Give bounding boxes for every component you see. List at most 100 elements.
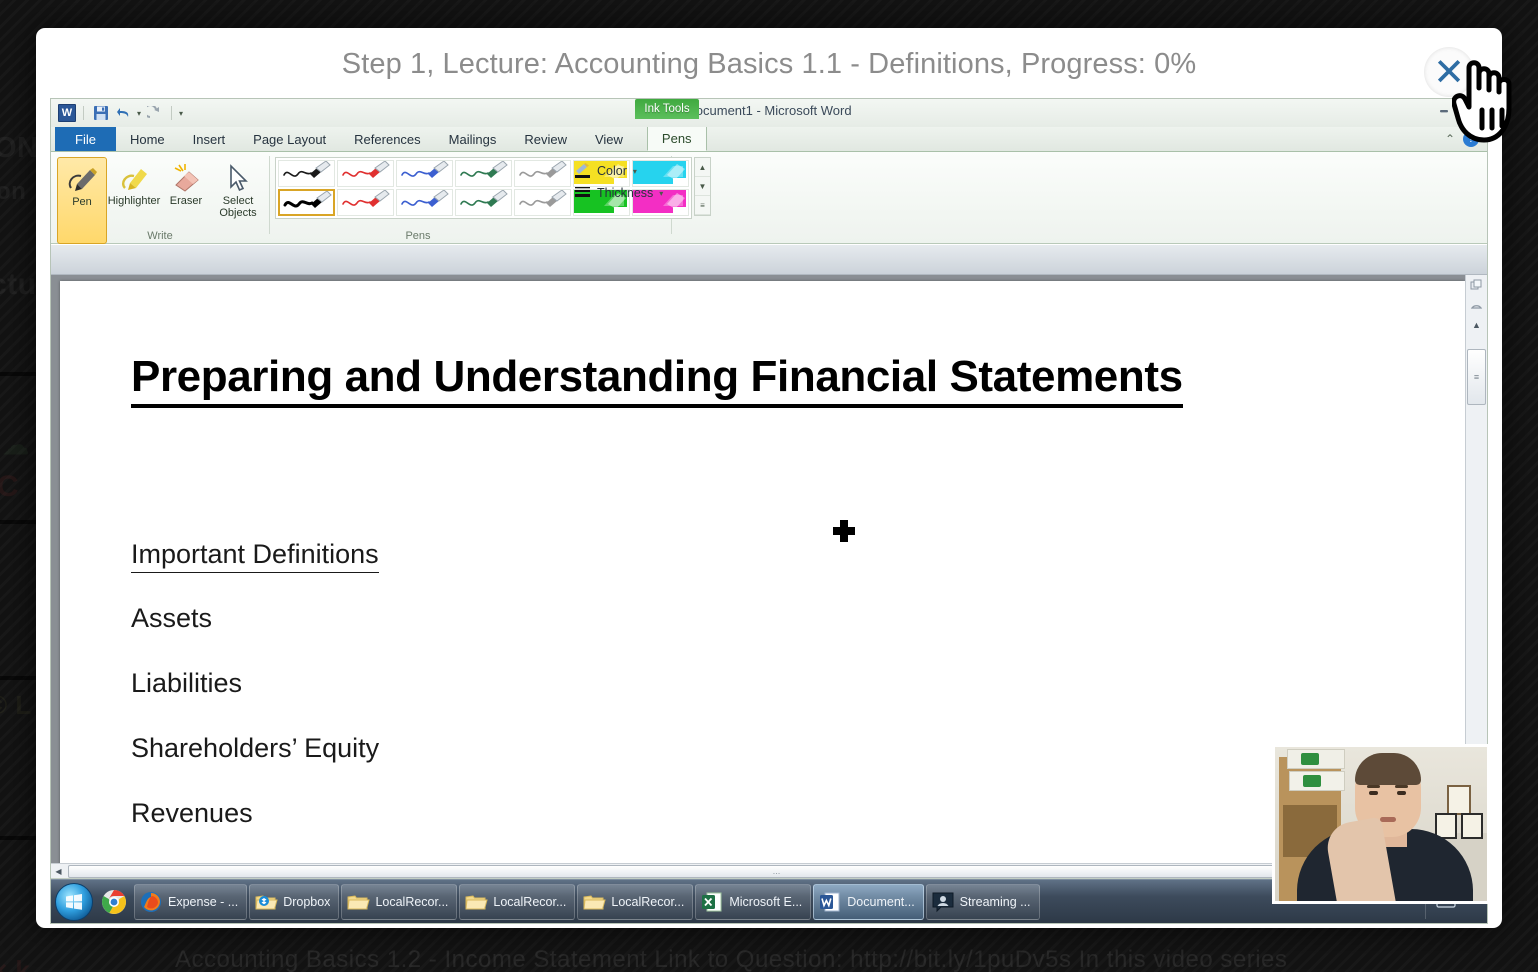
word-document-title: Document1 - Microsoft Word bbox=[686, 103, 852, 118]
arrow-pointer-icon bbox=[225, 160, 251, 196]
webcam-picture-frame bbox=[1461, 813, 1483, 839]
taskbar-item-label: Dropbox bbox=[283, 894, 331, 909]
chevron-down-icon[interactable]: ▾ bbox=[659, 189, 663, 198]
redo-icon[interactable] bbox=[145, 104, 164, 123]
folder-icon bbox=[582, 890, 606, 914]
eraser-icon bbox=[169, 160, 203, 196]
taskbar-item-localrecord-2[interactable]: LocalRecor... bbox=[459, 883, 576, 920]
tab-references[interactable]: References bbox=[340, 127, 434, 151]
pen-thickness-button[interactable]: Thickness ▾ bbox=[574, 182, 671, 204]
select-browse-object-icon[interactable] bbox=[1466, 275, 1487, 295]
divider bbox=[83, 106, 84, 120]
taskbar-item-label: Document... bbox=[847, 894, 915, 909]
taskbar-item-label: Expense - ... bbox=[168, 894, 239, 909]
document-list-item: Revenues bbox=[131, 798, 253, 828]
word-logo-icon[interactable]: W bbox=[58, 104, 76, 122]
previous-page-icon[interactable] bbox=[1466, 295, 1487, 315]
taskbar-item-excel[interactable]: Microsoft E... bbox=[695, 883, 812, 920]
undo-dropdown-caret[interactable]: ▾ bbox=[137, 109, 141, 118]
restore-button[interactable] bbox=[1465, 103, 1479, 115]
taskbar-item-firefox[interactable]: Expense - ... bbox=[134, 883, 248, 920]
webcam-video-overlay[interactable] bbox=[1272, 744, 1490, 904]
pen-gallery-scroll: ▲ ▼ ≡ bbox=[694, 157, 711, 216]
ribbon-group-pens: ▲ ▼ ≡ Pens bbox=[270, 152, 711, 244]
pen-black-thick[interactable] bbox=[278, 189, 335, 216]
help-icon[interactable]: ? bbox=[1463, 131, 1479, 147]
select-objects-label: Select Objects bbox=[219, 195, 257, 219]
tab-page-layout[interactable]: Page Layout bbox=[239, 127, 340, 151]
gallery-scroll-up[interactable]: ▲ bbox=[695, 158, 710, 177]
pen-red[interactable] bbox=[337, 160, 394, 187]
pen-gray[interactable] bbox=[514, 160, 571, 187]
pen-blue-thick[interactable] bbox=[396, 189, 453, 216]
modal-title: Step 1, Lecture: Accounting Basics 1.1 -… bbox=[341, 47, 1197, 80]
ribbon: Pen Highlighter Eraser Select Objects Wr… bbox=[51, 152, 1487, 244]
pen-gray-thick[interactable] bbox=[514, 189, 571, 216]
document-subheading: Important Definitions bbox=[131, 539, 379, 573]
backdrop-text-fragment: on bbox=[0, 178, 27, 205]
webcam-box-label bbox=[1301, 753, 1319, 765]
backdrop-text-fragment: ON bbox=[0, 132, 39, 164]
ribbon-tab-bar: File Home Insert Page Layout References … bbox=[51, 127, 1487, 152]
dropbox-folder-icon bbox=[254, 890, 278, 914]
webcam-picture-frame bbox=[1447, 785, 1471, 815]
document-list-item: Liabilities bbox=[131, 668, 243, 698]
pen-tool-label: Pen bbox=[72, 196, 92, 208]
undo-icon[interactable] bbox=[114, 104, 133, 123]
backdrop-video-caption: Accounting Basics 1.2 - Income Statement… bbox=[175, 946, 1288, 972]
backdrop-text-fragment: © L bbox=[0, 690, 32, 720]
backdrop-text-fragment: × k bbox=[0, 955, 31, 972]
document-list-item: Shareholders’ Equity bbox=[131, 733, 380, 763]
pen-black[interactable] bbox=[278, 160, 335, 187]
tab-home[interactable]: Home bbox=[116, 127, 179, 151]
webcam-presenter-eye bbox=[1369, 791, 1378, 795]
taskbar-item-localrecord-3[interactable]: LocalRecor... bbox=[577, 883, 694, 920]
customize-qat-icon[interactable]: ▾ bbox=[179, 109, 183, 118]
taskbar-item-word[interactable]: Document... bbox=[813, 883, 924, 920]
taskbar-item-localrecord-1[interactable]: LocalRecor... bbox=[341, 883, 458, 920]
chevron-down-icon[interactable]: ▾ bbox=[633, 167, 637, 176]
pen-color-label: Color bbox=[597, 164, 627, 178]
ruler[interactable] bbox=[51, 245, 1487, 275]
vertical-scroll-thumb[interactable]: ≡ bbox=[1467, 349, 1486, 405]
webcam-presenter-eyebrow bbox=[1367, 785, 1380, 788]
tab-file[interactable]: File bbox=[55, 127, 116, 151]
tab-mailings[interactable]: Mailings bbox=[435, 127, 511, 151]
tab-view[interactable]: View bbox=[581, 127, 637, 151]
pen-green-thick[interactable] bbox=[455, 189, 512, 216]
firefox-icon bbox=[139, 890, 163, 914]
taskbar-item-dropbox[interactable]: Dropbox bbox=[249, 883, 340, 920]
collapse-ribbon-icon[interactable]: ⌃ bbox=[1445, 132, 1455, 146]
taskbar-item-streaming[interactable]: Streaming ... bbox=[925, 883, 1040, 920]
quick-access-toolbar: W ▾ ▾ bbox=[51, 104, 183, 123]
tab-review[interactable]: Review bbox=[510, 127, 581, 151]
gallery-more[interactable]: ≡ bbox=[695, 196, 710, 215]
close-icon[interactable]: ✕ bbox=[1424, 47, 1474, 97]
ribbon-group-label-write: Write bbox=[147, 230, 173, 242]
document-heading: Preparing and Understanding Financial St… bbox=[131, 352, 1183, 408]
contextual-tab-group-ink-tools: Ink Tools bbox=[635, 99, 699, 119]
taskbar-item-label: Streaming ... bbox=[959, 894, 1031, 909]
minimize-button[interactable] bbox=[1437, 103, 1451, 115]
window-controls bbox=[1437, 103, 1479, 115]
document-page[interactable]: Preparing and Understanding Financial St… bbox=[60, 281, 1465, 878]
webcam-presenter-eyebrow bbox=[1395, 785, 1408, 788]
taskbar-item-label: LocalRecor... bbox=[493, 894, 567, 909]
scroll-up-button[interactable]: ▲ bbox=[1466, 315, 1487, 335]
pen-blue[interactable] bbox=[396, 160, 453, 187]
save-icon[interactable] bbox=[91, 104, 110, 123]
taskbar-item-label: LocalRecor... bbox=[375, 894, 449, 909]
pen-color-button[interactable]: Color ▾ bbox=[574, 160, 671, 182]
ribbon-group-write: Pen Highlighter Eraser Select Objects Wr… bbox=[51, 152, 269, 244]
gallery-scroll-down[interactable]: ▼ bbox=[695, 177, 710, 196]
ribbon-group-pen-properties: Color ▾ Thickness ▾ bbox=[566, 152, 671, 244]
tab-insert[interactable]: Insert bbox=[179, 127, 240, 151]
scroll-left-button[interactable]: ◀ bbox=[51, 867, 66, 876]
pen-red-thick[interactable] bbox=[337, 189, 394, 216]
pen-green[interactable] bbox=[455, 160, 512, 187]
pen-thickness-icon bbox=[574, 186, 591, 200]
streaming-icon bbox=[931, 890, 955, 914]
start-orb-icon[interactable] bbox=[55, 882, 93, 921]
chrome-icon[interactable] bbox=[97, 885, 131, 919]
tab-pens[interactable]: Pens bbox=[646, 127, 707, 151]
